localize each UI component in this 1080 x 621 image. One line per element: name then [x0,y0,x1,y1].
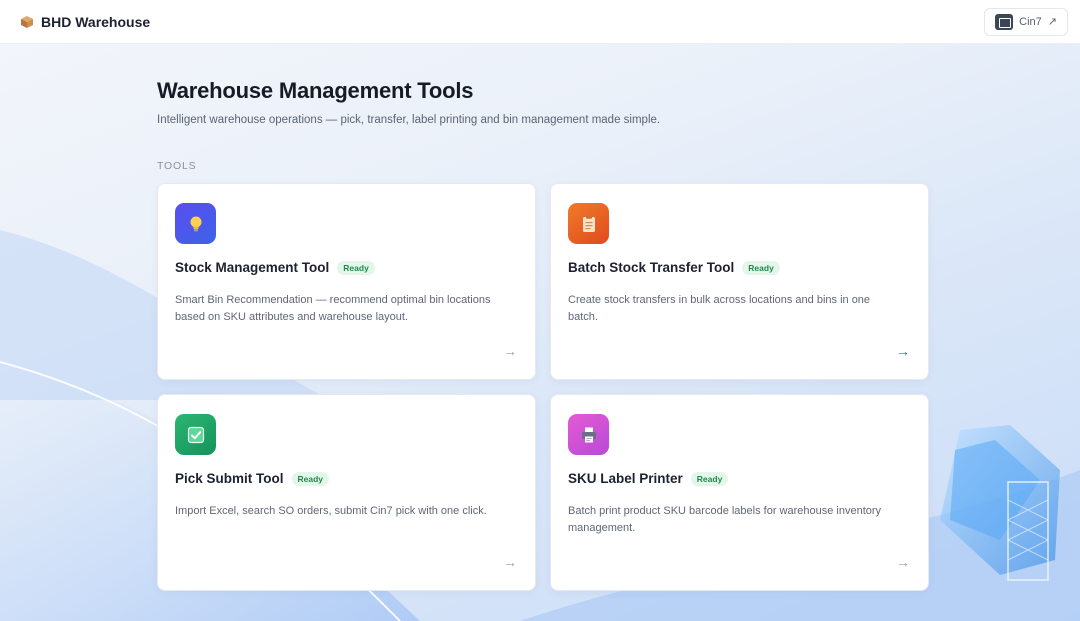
tool-description: Import Excel, search SO orders, submit C… [175,505,487,517]
tool-description: Create stock transfers in bulk across lo… [568,294,871,323]
section-label: TOOLS [157,160,197,172]
cin7-link-label: Cin7 [1019,15,1042,28]
arrow-right-icon[interactable]: → [896,554,910,570]
status-badge: Ready [742,260,780,275]
package-box-icon [21,15,33,28]
tool-card-stock-management[interactable]: Stock Management Tool Ready Smart Bin Re… [157,183,536,380]
glass-cube-illustration [940,425,1060,581]
tool-description: Batch print product SKU barcode labels f… [568,505,882,534]
tool-title: Stock Management Tool [175,260,330,275]
tool-icon-tile [175,203,216,244]
tool-icon-tile [568,203,609,244]
tools-grid: Stock Management Tool Ready Smart Bin Re… [157,183,929,591]
tool-icon-tile [175,414,216,455]
tool-title: Pick Submit Tool [175,471,284,486]
external-link-icon: ↗ [1047,16,1057,28]
status-badge: Ready [291,471,330,486]
page-title: Warehouse Management Tools [157,78,474,103]
tool-card-sku-label-printer[interactable]: SKU Label Printer Ready Batch print prod… [550,394,929,591]
printer-icon [581,427,596,442]
tool-title: SKU Label Printer [568,471,683,486]
tool-title: Batch Stock Transfer Tool [568,260,735,275]
tool-card-pick-submit[interactable]: Pick Submit Tool Ready Import Excel, sea… [157,394,536,591]
main-content: Warehouse Management Tools Intelligent w… [157,78,929,591]
cin7-external-link[interactable]: Cin7 ↗ [984,7,1068,36]
clipboard-icon [582,215,595,232]
tool-description: Smart Bin Recommendation — recommend opt… [175,294,491,323]
page-subtitle: Intelligent warehouse operations — pick,… [157,114,661,126]
arrow-right-icon[interactable]: → [503,554,517,570]
cin7-logo-icon [995,13,1014,30]
lightbulb-icon [190,216,201,231]
arrow-right-icon[interactable]: → [896,343,910,359]
tool-card-batch-stock-transfer[interactable]: Batch Stock Transfer Tool Ready Create s… [550,183,929,380]
arrow-right-icon[interactable]: → [503,343,517,359]
brand[interactable]: BHD Warehouse [20,14,150,30]
status-badge: Ready [690,471,729,486]
checkbox-icon [187,426,204,443]
top-bar: BHD Warehouse Cin7 ↗ [0,0,1080,44]
status-badge: Ready [337,260,375,275]
tool-icon-tile [568,414,609,455]
app-title: BHD Warehouse [41,13,151,30]
